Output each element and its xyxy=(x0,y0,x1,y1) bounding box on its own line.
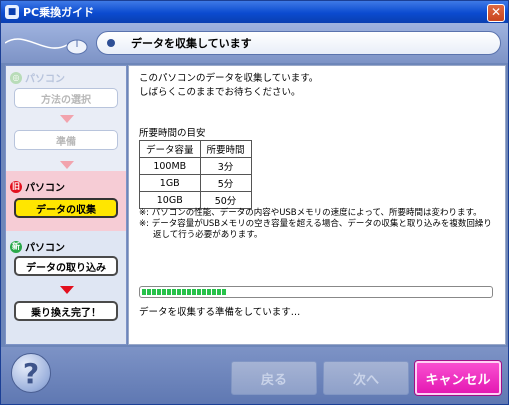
time-table: データ容量 所要時間 100MB 3分 1GB 5分 10GB 50分 xyxy=(139,140,252,209)
next-button[interactable]: 次へ xyxy=(323,361,409,395)
app-icon: ■ xyxy=(5,5,19,19)
step-title: データを収集しています xyxy=(131,37,252,50)
sidebar-section-new-pc: 新 パソコン データの取り込み 乗り換え完了！ xyxy=(6,231,126,344)
arrow-down-icon xyxy=(60,115,74,123)
table-header-row: データ容量 所要時間 xyxy=(139,140,252,158)
sidebar-item-complete: 乗り換え完了！ xyxy=(14,301,118,321)
table-cell: 100MB xyxy=(139,157,201,175)
new-pc-label: パソコン xyxy=(25,243,65,254)
old-mark-icon: 旧 xyxy=(10,180,22,193)
note-item: ※: データ容量がUSBメモリの空き容量を超える場合、データの収集と取り込みを複… xyxy=(139,219,492,240)
header: データを収集しています xyxy=(1,23,508,63)
sidebar-item-prepare: 準備 xyxy=(14,130,118,150)
old-pc-label: パソコン xyxy=(25,183,65,194)
table-row: 1GB 5分 xyxy=(139,174,252,192)
intro-text: このパソコンのデータを収集しています。 しばらくこのままでお待ちください。 xyxy=(139,72,318,100)
new-mark-icon: 新 xyxy=(10,240,22,253)
notes: ※: パソコンの性能、データの内容やUSBメモリの速度によって、所要時間は変わり… xyxy=(139,208,499,241)
window-title: PC乗換ガイド xyxy=(23,6,95,19)
footer: ? 戻る 次へ キャンセル xyxy=(1,347,508,404)
arrow-down-icon xyxy=(60,161,74,169)
help-button[interactable]: ? xyxy=(11,353,51,393)
table-header-time: 所要時間 xyxy=(199,140,252,158)
sidebar-item-method: 方法の選択 xyxy=(14,88,118,108)
main-panel: このパソコンのデータを収集しています。 しばらくこのままでお待ちください。 所要… xyxy=(128,65,506,345)
status-text: データを収集する準備をしています… xyxy=(139,307,301,318)
progress-bar xyxy=(139,286,493,298)
sidebar-old-label: 旧 パソコン xyxy=(10,179,65,194)
close-button[interactable]: ✕ xyxy=(487,4,505,22)
title-bar: ■ PC乗換ガイド ✕ xyxy=(1,1,508,23)
sidebar-section-old-pc: 旧 パソコン データの収集 xyxy=(6,171,126,231)
cancel-button[interactable]: キャンセル xyxy=(415,361,501,395)
note-item: ※: パソコンの性能、データの内容やUSBメモリの速度によって、所要時間は変わり… xyxy=(139,208,482,218)
table-row: 10GB 50分 xyxy=(139,191,252,209)
sidebar-top-label: パソコン xyxy=(25,74,65,85)
intro-line-2: しばらくこのままでお待ちください。 xyxy=(139,87,301,98)
sidebar-item-import: データの取り込み xyxy=(14,256,118,276)
sidebar: ◎ パソコン 方法の選択 準備 旧 パソコン データの収集 新 パソコン データ… xyxy=(5,65,127,345)
table-cell: 50分 xyxy=(199,191,252,209)
sidebar-section-label: ◎ パソコン xyxy=(10,70,65,85)
bullet-icon xyxy=(107,39,115,47)
intro-line-1: このパソコンのデータを収集しています。 xyxy=(139,73,319,84)
step-title-bar: データを収集しています xyxy=(96,31,501,55)
table-cell: 10GB xyxy=(139,191,201,209)
app-window: ■ PC乗換ガイド ✕ データを収集しています ◎ パソコン 方法の選択 準備 xyxy=(0,0,509,405)
sidebar-item-collect: データの収集 xyxy=(14,198,118,218)
mouse-icon xyxy=(5,38,88,55)
back-button[interactable]: 戻る xyxy=(231,361,317,395)
arrow-down-icon xyxy=(60,286,74,294)
table-row: 100MB 3分 xyxy=(139,157,252,175)
time-guide-title: 所要時間の目安 xyxy=(139,128,206,139)
sidebar-new-label: 新 パソコン xyxy=(10,239,65,254)
table-cell: 5分 xyxy=(199,174,252,192)
progress-fill xyxy=(142,289,226,295)
table-header-size: データ容量 xyxy=(139,140,201,158)
table-cell: 1GB xyxy=(139,174,201,192)
table-cell: 3分 xyxy=(199,157,252,175)
pc-mark-icon: ◎ xyxy=(10,71,22,84)
sidebar-section-top: ◎ パソコン 方法の選択 準備 xyxy=(6,66,126,171)
